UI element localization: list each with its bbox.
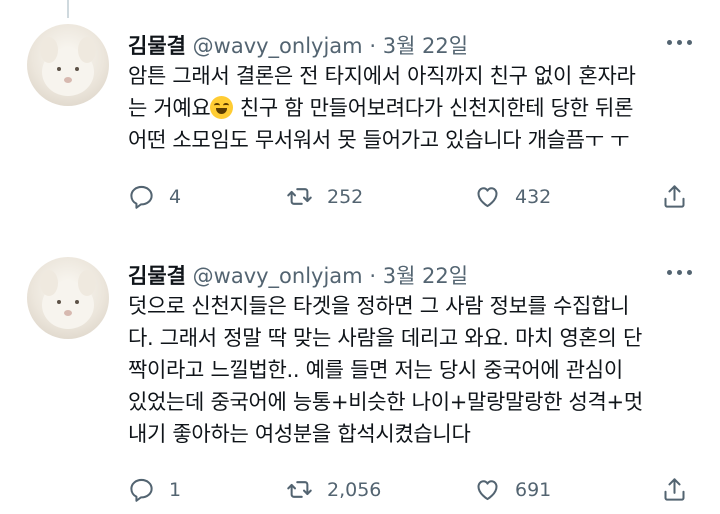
like-count: 432 bbox=[515, 185, 552, 208]
share-button[interactable] bbox=[661, 183, 688, 210]
retweet-icon bbox=[287, 481, 312, 498]
tweet[interactable]: 김물결 @wavy_onlyjam · 3월 22일 덧으로 신천지들은 타겟을… bbox=[0, 257, 720, 514]
like-button[interactable]: 691 bbox=[474, 476, 551, 503]
share-icon bbox=[664, 185, 685, 208]
tweet-text: 암튼 그래서 결론은 전 타지에서 아직까지 친구 없이 혼자라 는 거예요 친… bbox=[128, 60, 698, 156]
tweet-header: 김물결 @wavy_onlyjam · 3월 22일 bbox=[128, 260, 468, 290]
reply-icon bbox=[130, 185, 153, 209]
reply-button[interactable]: 1 bbox=[128, 476, 181, 503]
retweet-icon bbox=[287, 188, 312, 205]
share-icon bbox=[664, 478, 685, 501]
tweet-header: 김물결 @wavy_onlyjam · 3월 22일 bbox=[128, 30, 468, 60]
tweet-actions: 4 252 432 bbox=[128, 183, 698, 215]
display-name[interactable]: 김물결 bbox=[128, 34, 186, 58]
retweet-count: 252 bbox=[327, 185, 364, 208]
like-button[interactable]: 432 bbox=[474, 183, 551, 210]
tweet-date[interactable]: 3월 22일 bbox=[383, 264, 468, 288]
tweet-actions: 1 2,056 691 bbox=[128, 476, 698, 508]
more-icon[interactable] bbox=[667, 40, 692, 45]
display-name[interactable]: 김물결 bbox=[128, 264, 186, 288]
retweet-button[interactable]: 2,056 bbox=[286, 476, 381, 503]
retweet-button[interactable]: 252 bbox=[286, 183, 363, 210]
share-button[interactable] bbox=[661, 476, 688, 503]
tweet-text: 덧으로 신천지들은 타겟을 정하면 그 사람 정보를 수집합니 다. 그래서 정… bbox=[128, 294, 643, 446]
more-icon[interactable] bbox=[667, 270, 692, 275]
tweet[interactable]: 김물결 @wavy_onlyjam · 3월 22일 암튼 그래서 결론은 전 … bbox=[0, 0, 720, 257]
user-handle[interactable]: @wavy_onlyjam bbox=[193, 264, 363, 288]
avatar[interactable] bbox=[27, 24, 109, 106]
user-handle[interactable]: @wavy_onlyjam bbox=[193, 34, 363, 58]
tweet-date[interactable]: 3월 22일 bbox=[383, 34, 468, 58]
face-with-tears-of-joy-icon bbox=[210, 96, 234, 119]
reply-count: 4 bbox=[169, 185, 182, 208]
like-icon bbox=[477, 187, 498, 208]
like-icon bbox=[477, 480, 498, 501]
like-count: 691 bbox=[515, 478, 552, 501]
separator: · bbox=[369, 34, 377, 58]
reply-icon bbox=[130, 478, 153, 502]
reply-button[interactable]: 4 bbox=[128, 183, 181, 210]
retweet-count: 2,056 bbox=[327, 478, 382, 501]
avatar[interactable] bbox=[27, 257, 109, 339]
reply-count: 1 bbox=[169, 478, 182, 501]
separator: · bbox=[369, 264, 377, 288]
